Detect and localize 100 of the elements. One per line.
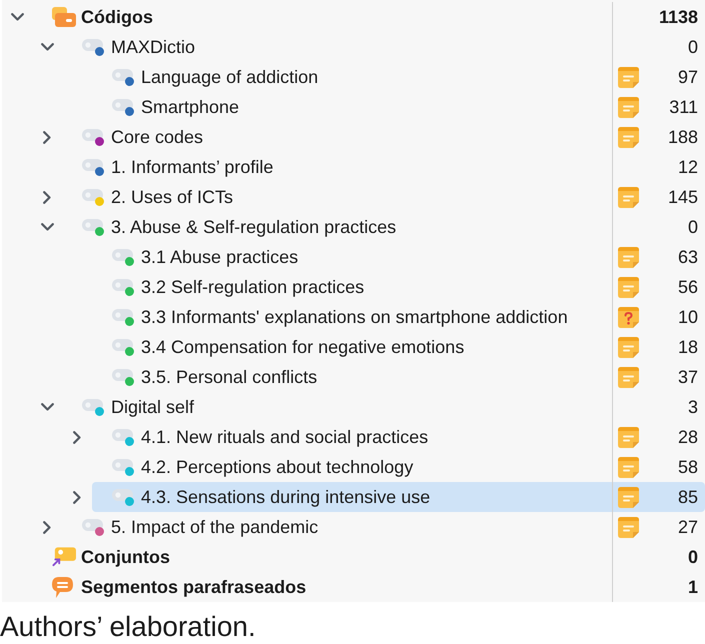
memo-icon[interactable] — [618, 336, 639, 358]
count-label: 3 — [688, 396, 698, 418]
count-label: 10 — [678, 306, 698, 328]
count-label: 1 — [688, 576, 698, 598]
chevron-right-icon[interactable] — [43, 520, 51, 534]
code-label: Smartphone — [141, 96, 240, 118]
memo-icon[interactable] — [618, 66, 639, 88]
code-label: 4.2. Perceptions about technology — [141, 456, 414, 478]
memo-icon[interactable] — [618, 276, 639, 298]
code-label: 4.3. Sensations during intensive use — [141, 486, 432, 508]
tree-row[interactable]: 3.2 Self-regulation practices 56 — [92, 272, 705, 302]
tag-icon — [112, 99, 133, 111]
memo-icon[interactable] — [618, 486, 639, 508]
question-memo-icon[interactable] — [618, 306, 639, 328]
code-label: Core codes — [111, 126, 204, 148]
chevron-down-icon[interactable] — [40, 403, 54, 411]
tag-arrow-icon — [52, 547, 76, 567]
code-label: 3.4 Compensation for negative emotions — [141, 336, 466, 358]
count-label: 37 — [678, 366, 698, 388]
tree-row[interactable]: 2. Uses of ICTs 145 — [62, 182, 705, 212]
chevron-down-icon[interactable] — [40, 223, 54, 231]
count-label: 0 — [688, 36, 698, 58]
tree-row[interactable]: 3.1 Abuse practices 63 — [92, 242, 705, 272]
tag-icon — [82, 399, 103, 411]
count-label: 28 — [678, 426, 698, 448]
code-label: 3.5. Personal conflicts — [141, 366, 318, 388]
tag-icon — [112, 489, 133, 501]
code-label: Digital self — [111, 396, 196, 418]
memo-icon[interactable] — [618, 186, 639, 208]
tag-icon — [112, 69, 133, 81]
tree-row[interactable]: Códigos 1138 — [32, 2, 705, 32]
tree-row[interactable]: Conjuntos 0 — [32, 542, 705, 572]
tag-icon — [82, 159, 103, 171]
count-label: 27 — [678, 516, 698, 538]
tag-icon — [112, 279, 133, 291]
tree-row[interactable]: MAXDictio 0 — [62, 32, 705, 62]
chevron-right-icon[interactable] — [73, 490, 81, 504]
section-label: Segmentos parafraseados — [81, 576, 308, 598]
caption-text: Authors’ elaboration. — [0, 611, 256, 642]
tree-row[interactable]: 3.4 Compensation for negative emotions 18 — [92, 332, 705, 362]
memo-icon[interactable] — [618, 456, 639, 478]
chevron-right-icon[interactable] — [73, 430, 81, 444]
tag-icon — [112, 249, 133, 261]
tree-row[interactable]: Digital self 3 — [62, 392, 705, 422]
tree-row[interactable]: 4.3. Sensations during intensive use 85 — [92, 482, 705, 512]
tree-row[interactable]: Language of addiction 97 — [92, 62, 705, 92]
tree-row[interactable]: 3. Abuse & Self-regulation practices 0 — [62, 212, 705, 242]
tree-row[interactable]: 3.3 Informants' explanations on smartphone addiction 10 — [92, 302, 705, 332]
count-label: 188 — [668, 126, 698, 148]
tag-icon — [112, 459, 133, 471]
code-label: MAXDictio — [111, 36, 196, 58]
memo-icon[interactable] — [618, 126, 639, 148]
count-label: 63 — [678, 246, 698, 268]
memo-icon[interactable] — [618, 426, 639, 448]
tree-row[interactable]: 3.5. Personal conflicts 37 — [92, 362, 705, 392]
code-label: 3.3 Informants' explanations on smartphone addiction — [141, 306, 569, 328]
memo-icon[interactable] — [618, 366, 639, 388]
code-label: Language of addiction — [141, 66, 320, 88]
tree-row[interactable]: Smartphone 311 — [92, 92, 705, 122]
tag-icon — [112, 429, 133, 441]
tag-icon — [82, 519, 103, 531]
tree-row[interactable]: Segmentos parafraseados 1 — [32, 572, 705, 602]
count-label: 0 — [688, 546, 698, 568]
chevron-right-icon[interactable] — [43, 190, 51, 204]
memo-icon[interactable] — [618, 516, 639, 538]
count-label: 97 — [678, 66, 698, 88]
tree-row[interactable]: Core codes 188 — [62, 122, 705, 152]
count-label: 311 — [669, 96, 698, 118]
count-label: 56 — [678, 276, 698, 298]
tree-row[interactable]: 5. Impact of the pandemic 27 — [62, 512, 705, 542]
section-label: Códigos — [81, 6, 154, 28]
tag-icon — [82, 219, 103, 231]
count-label: 145 — [668, 186, 698, 208]
code-label: 2. Uses of ICTs — [111, 186, 234, 208]
tag-icon — [112, 309, 133, 321]
chevron-right-icon[interactable] — [43, 130, 51, 144]
count-label: 58 — [678, 456, 698, 478]
count-label: 18 — [678, 336, 698, 358]
code-label: 3.1 Abuse practices — [141, 246, 300, 268]
stacked-tags-icon — [52, 7, 76, 27]
section-label: Conjuntos — [81, 546, 171, 568]
memo-icon[interactable] — [618, 246, 639, 268]
count-label: 0 — [688, 216, 698, 238]
chevron-down-icon[interactable] — [40, 43, 54, 51]
tag-icon — [112, 339, 133, 351]
tree-row[interactable]: 1. Informants’ profile 12 — [62, 152, 705, 182]
speech-bubble-icon — [52, 576, 73, 598]
memo-icon[interactable] — [618, 96, 639, 118]
tag-icon — [82, 189, 103, 201]
code-label: 1. Informants’ profile — [111, 156, 274, 178]
count-label: 85 — [678, 486, 698, 508]
code-label: 3. Abuse & Self-regulation practices — [111, 216, 398, 238]
tag-icon — [82, 39, 103, 51]
chevron-down-icon[interactable] — [10, 13, 24, 21]
tree-row[interactable]: 4.1. New rituals and social practices 28 — [92, 422, 705, 452]
count-label: 1138 — [658, 6, 698, 28]
code-label: 4.1. New rituals and social practices — [141, 426, 430, 448]
code-label: 3.2 Self-regulation practices — [141, 276, 366, 298]
tag-icon — [112, 369, 133, 381]
tag-icon — [82, 129, 103, 141]
